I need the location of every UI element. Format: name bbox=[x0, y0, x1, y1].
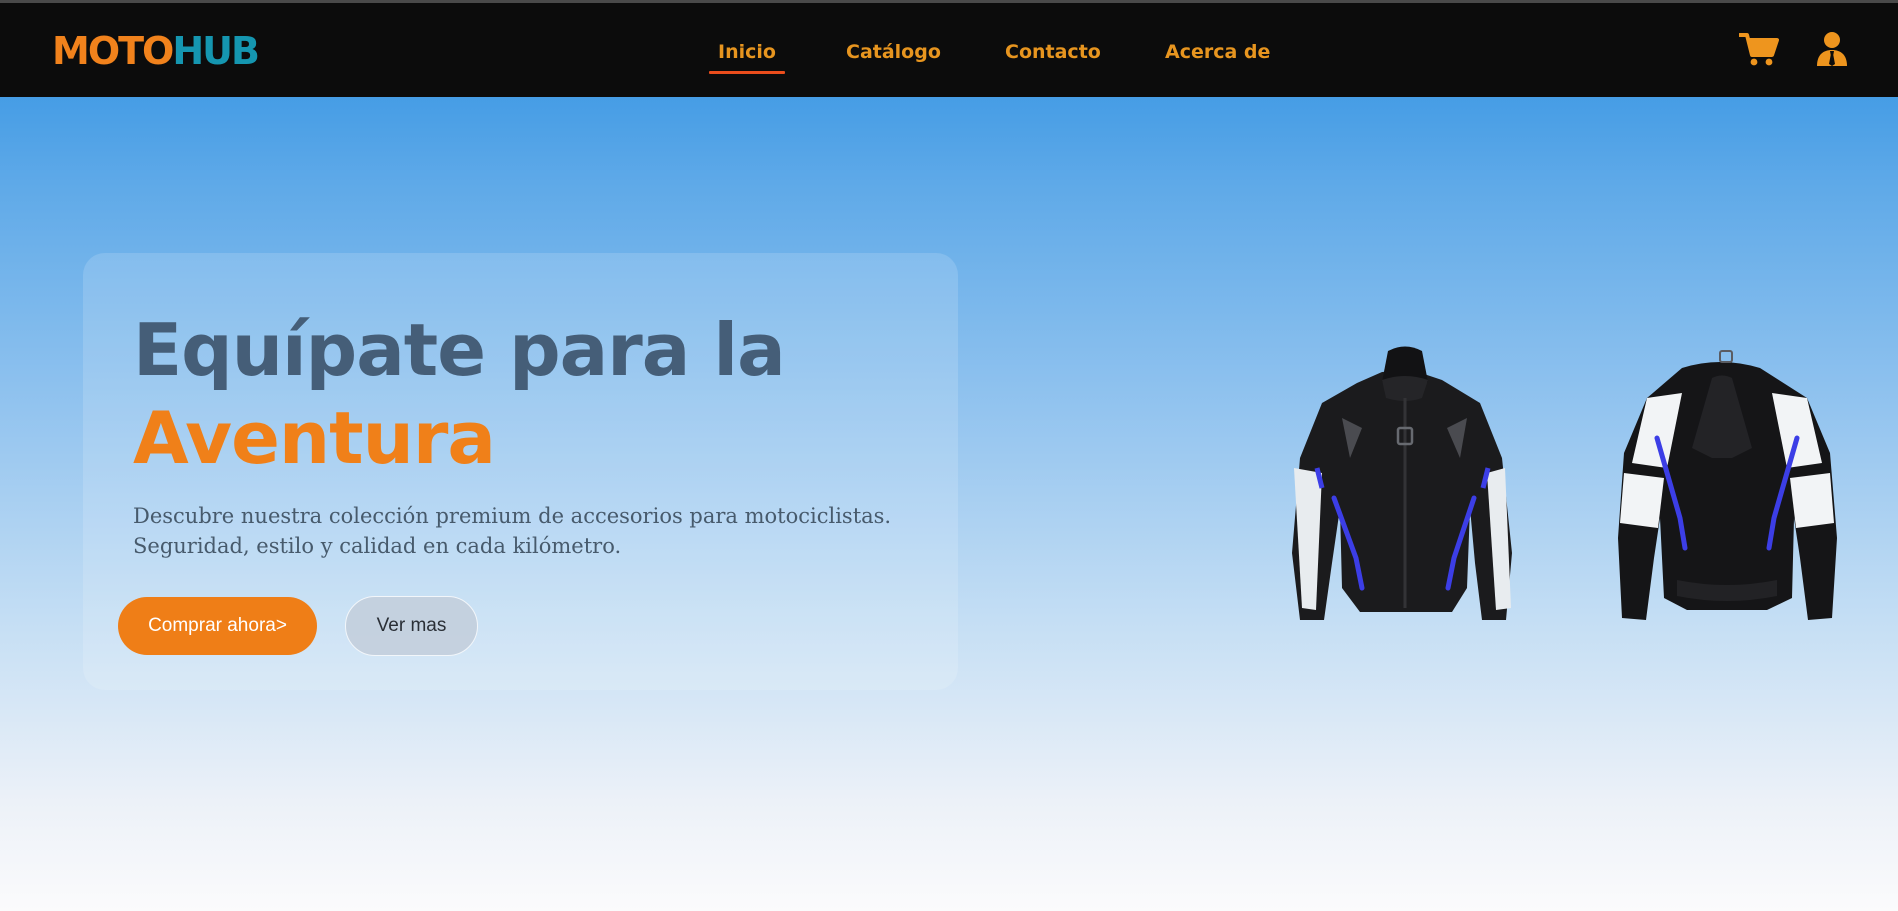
nav-link-catalogo[interactable]: Catálogo bbox=[846, 39, 941, 65]
logo-moto-text: MOTO bbox=[52, 29, 174, 73]
see-more-button[interactable]: Ver mas bbox=[345, 596, 478, 656]
nav-link-inicio[interactable]: Inicio bbox=[709, 39, 785, 74]
top-navbar: MOTOHUB Inicio Catálogo Contacto Acerca … bbox=[0, 3, 1898, 97]
hero-title-accent: Aventura bbox=[133, 396, 496, 480]
nav-link-contacto[interactable]: Contacto bbox=[1005, 39, 1101, 65]
motorcycle-jacket-image bbox=[1292, 346, 1837, 620]
nav-link-acerca-de[interactable]: Acerca de bbox=[1165, 39, 1270, 65]
jacket-back bbox=[1618, 350, 1837, 620]
landing-page: MOTOHUB Inicio Catálogo Contacto Acerca … bbox=[0, 0, 1898, 911]
shopping-cart-icon[interactable] bbox=[1738, 31, 1779, 71]
motohub-logo[interactable]: MOTOHUB bbox=[52, 29, 260, 73]
jacket-front bbox=[1292, 346, 1512, 620]
hero-description: Descubre nuestra colección premium de ac… bbox=[133, 504, 892, 558]
user-account-icon[interactable] bbox=[1816, 31, 1848, 71]
buy-now-button[interactable]: Comprar ahora> bbox=[118, 597, 317, 655]
hero-title: Equípate para la bbox=[133, 308, 786, 392]
logo-hub-text: HUB bbox=[172, 29, 260, 73]
